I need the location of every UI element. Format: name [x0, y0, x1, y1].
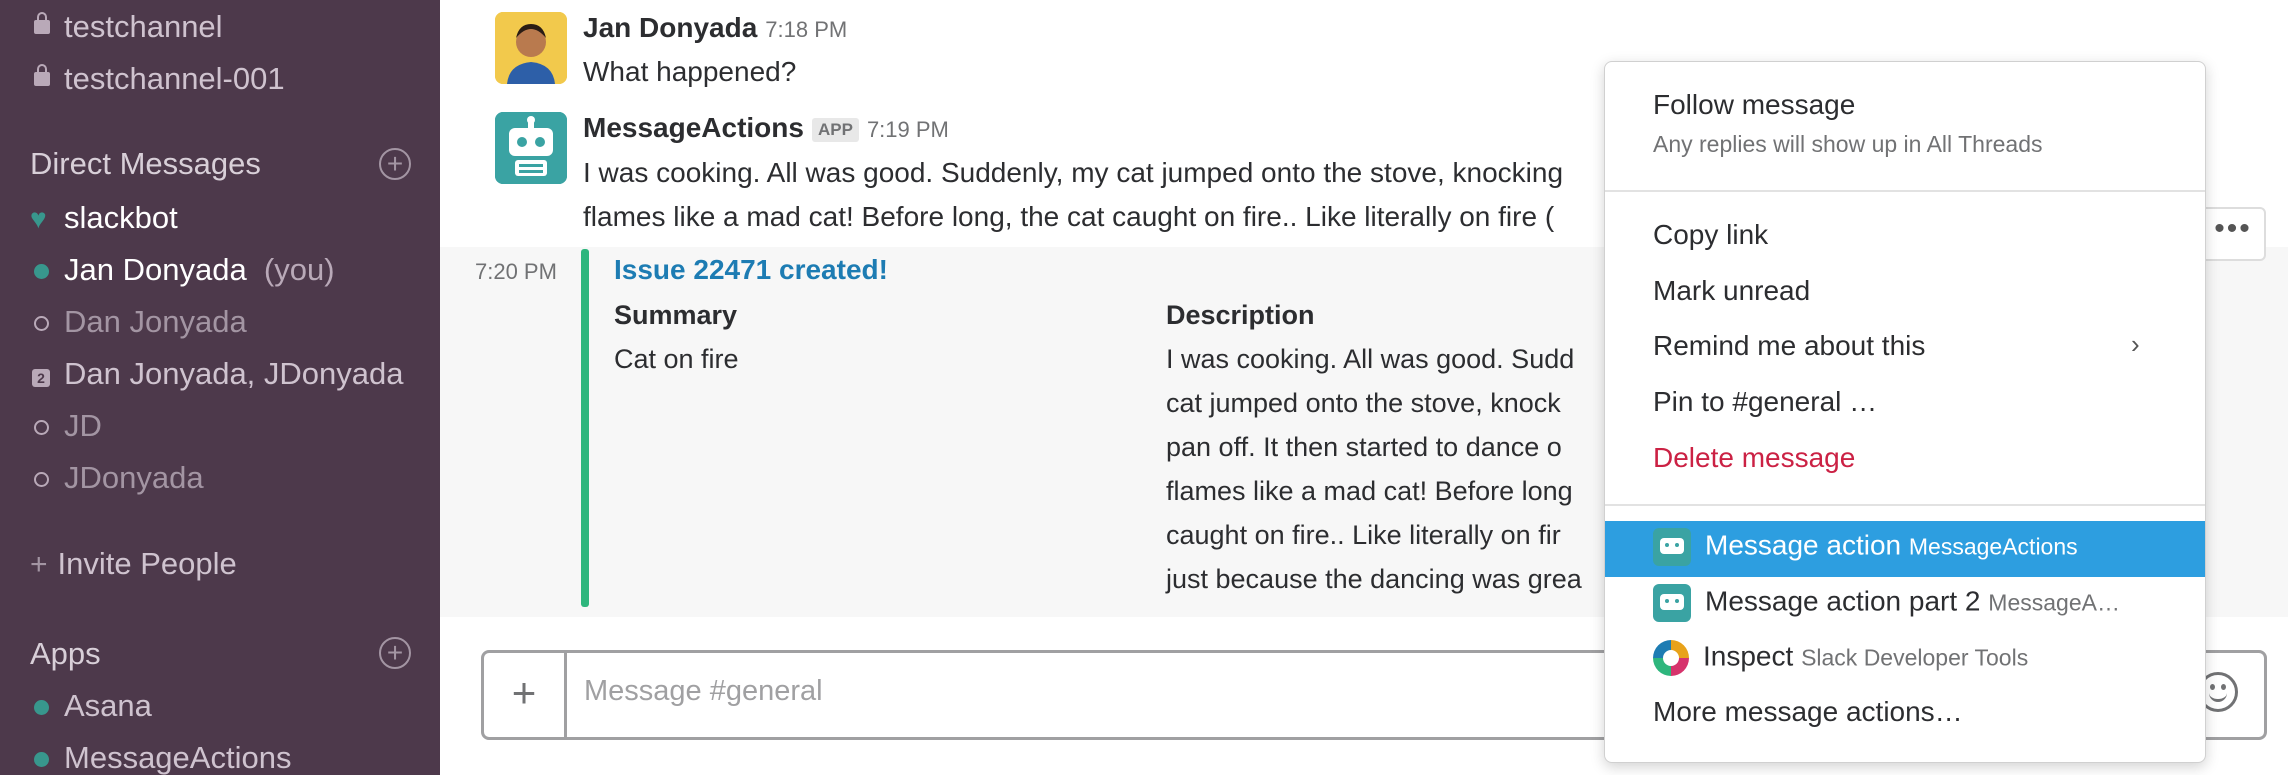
chevron-right-icon: › — [2131, 329, 2140, 359]
bot-icon — [1653, 528, 1691, 566]
menu-delete-message[interactable]: Delete message — [1653, 442, 1855, 474]
message-text: What happened? — [583, 56, 797, 87]
sidebar-channel-testchannel-001[interactable]: testchannel-001 — [30, 59, 285, 101]
sidebar-app-asana[interactable]: Asana — [30, 686, 152, 728]
sidebar-dm-dan-jonyada[interactable]: Dan Jonyada — [30, 302, 247, 344]
channel-label: testchannel — [64, 9, 223, 44]
sidebar-dm-group[interactable]: 2 Dan Jonyada, JDonyada — [30, 354, 404, 396]
menu-divider — [1605, 190, 2205, 192]
more-actions-button[interactable]: ••• — [2200, 207, 2266, 261]
heart-icon: ♥ — [30, 202, 47, 234]
add-dm-icon[interactable]: + — [379, 148, 411, 180]
invite-people-button[interactable]: + Invite People — [30, 546, 237, 582]
dm-label: JD — [64, 408, 102, 443]
avatar[interactable] — [495, 12, 567, 84]
menu-copy-link[interactable]: Copy link — [1653, 219, 1768, 251]
message-timestamp[interactable]: 7:19 PM — [867, 117, 949, 142]
user-avatar-icon — [495, 12, 567, 84]
sidebar-app-messageactions[interactable]: MessageActions — [30, 738, 291, 775]
message-timestamp[interactable]: 7:18 PM — [765, 17, 847, 42]
channel-label: testchannel-001 — [64, 61, 285, 96]
menu-follow-subtext: Any replies will show up in All Threads — [1653, 131, 2043, 157]
lock-icon — [34, 63, 50, 86]
apps-heading[interactable]: Apps — [30, 636, 101, 672]
sidebar: testchannel testchannel-001 Direct Messa… — [0, 0, 440, 775]
menu-more-message-actions[interactable]: More message actions… — [1653, 696, 1963, 728]
bot-icon — [1653, 584, 1691, 622]
description-line: I was cooking. All was good. Sudd — [1166, 344, 1575, 374]
sidebar-dm-slackbot[interactable]: ♥ slackbot — [30, 198, 178, 241]
sidebar-dm-jdonyada[interactable]: JDonyada — [30, 458, 204, 500]
menu-message-action[interactable]: Message action MessageActions — [1653, 528, 2078, 566]
message-context-menu: Follow message Any replies will show up … — [1604, 61, 2206, 763]
bot-avatar-icon — [495, 112, 567, 184]
direct-messages-heading[interactable]: Direct Messages — [30, 146, 261, 182]
description-line: pan off. It then started to dance o — [1166, 432, 1562, 462]
menu-inspect[interactable]: Inspect Slack Developer Tools — [1653, 640, 2028, 676]
menu-app-name: Slack Developer Tools — [1801, 644, 2029, 671]
menu-app-name: MessageActions — [1908, 533, 2078, 560]
message-text-line: flames like a mad cat! Before long, the … — [583, 201, 1555, 232]
menu-pin-to-channel[interactable]: Pin to #general … — [1653, 386, 1877, 418]
message-author[interactable]: Jan Donyada 7:18 PM — [583, 12, 847, 44]
app-badge: APP — [811, 117, 859, 142]
dm-label: slackbot — [64, 200, 178, 235]
away-status-icon — [34, 419, 49, 435]
sidebar-dm-jd[interactable]: JD — [30, 406, 102, 448]
invite-label: Invite People — [57, 546, 237, 581]
description-line: caught on fire.. Like literally on fir — [1166, 520, 1561, 550]
menu-divider — [1605, 504, 2205, 506]
attachment-title[interactable]: Issue 22471 created! — [614, 254, 888, 286]
lock-icon — [34, 11, 50, 34]
menu-app-name: MessageA… — [1988, 589, 2120, 616]
away-status-icon — [34, 315, 49, 331]
summary-value: Cat on fire — [614, 344, 739, 374]
online-status-icon — [34, 751, 49, 767]
attachment-timestamp[interactable]: 7:20 PM — [475, 259, 557, 285]
message-text-line: I was cooking. All was good. Suddenly, m… — [583, 157, 1564, 188]
app-label: Asana — [64, 688, 152, 723]
dm-label: JDonyada — [64, 460, 204, 495]
add-attachment-button[interactable]: + — [484, 653, 567, 737]
attachment-color-bar — [581, 249, 589, 607]
online-status-icon — [34, 699, 49, 715]
menu-follow-message[interactable]: Follow message — [1653, 89, 1855, 121]
menu-mark-unread[interactable]: Mark unread — [1653, 275, 1810, 307]
description-line: flames like a mad cat! Before long — [1166, 476, 1573, 506]
sidebar-dm-jan-donyada[interactable]: Jan Donyada (you) — [30, 250, 335, 292]
avatar[interactable] — [495, 112, 567, 184]
sidebar-channel-testchannel[interactable]: testchannel — [30, 7, 223, 49]
online-status-icon — [34, 263, 49, 279]
you-suffix: (you) — [263, 252, 335, 287]
plus-icon: + — [30, 548, 48, 581]
app-label: MessageActions — [64, 740, 292, 775]
description-label: Description — [1166, 300, 1315, 330]
description-line: just because the dancing was grea — [1166, 564, 1582, 594]
dm-label: Jan Donyada — [64, 252, 247, 287]
menu-remind-me[interactable]: Remind me about this — [1653, 330, 1925, 362]
away-status-icon — [34, 471, 49, 487]
message-input[interactable]: Message #general — [584, 675, 823, 708]
message-author[interactable]: MessageActions APP 7:19 PM — [583, 112, 949, 144]
summary-label: Summary — [614, 300, 738, 330]
dm-label: Dan Jonyada — [64, 304, 247, 339]
group-dm-icon: 2 — [32, 368, 50, 387]
gear-icon — [1653, 640, 1689, 676]
description-line: cat jumped onto the stove, knock — [1166, 388, 1561, 418]
dm-label: Dan Jonyada, JDonyada — [64, 356, 404, 391]
menu-message-action-part-2[interactable]: Message action part 2 MessageA… — [1653, 584, 2120, 622]
add-app-icon[interactable]: + — [379, 637, 411, 669]
